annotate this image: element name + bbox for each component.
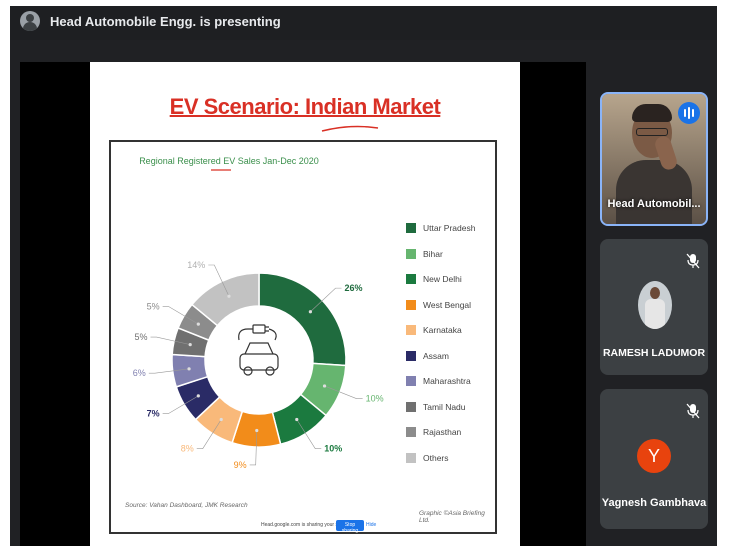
stop-sharing-label: Stop sharing bbox=[341, 522, 359, 534]
data-label: 7% bbox=[147, 408, 160, 418]
legend-label: Karnataka bbox=[423, 325, 462, 335]
avatar-initial: Y bbox=[637, 439, 671, 473]
legend-item: Tamil Nadu bbox=[406, 401, 496, 413]
data-label: 10% bbox=[366, 394, 384, 404]
leader-dot bbox=[187, 367, 191, 371]
participant-name: Yagnesh Gambhava bbox=[601, 497, 707, 509]
leader-dot bbox=[308, 310, 312, 314]
participant-name: RAMESH LADUMOR bbox=[602, 347, 706, 359]
data-label: 5% bbox=[135, 332, 148, 342]
chart-credit: Graphic ©Asia Briefing Ltd. bbox=[419, 510, 485, 524]
legend-swatch bbox=[406, 452, 416, 463]
legend-item: Assam bbox=[406, 350, 496, 362]
data-label: 10% bbox=[324, 444, 342, 454]
legend-label: Uttar Pradesh bbox=[423, 223, 476, 233]
screen-share-stage[interactable]: EV Scenario: Indian Market Regional Regi… bbox=[20, 62, 586, 546]
legend-swatch bbox=[406, 350, 416, 361]
legend-item: Maharashtra bbox=[406, 375, 496, 387]
share-bar: Head.google.com is sharing your screen. … bbox=[261, 520, 376, 534]
participant-tile-presenter[interactable]: Head Automobil... bbox=[600, 92, 708, 226]
legend-label: West Bengal bbox=[423, 299, 472, 310]
data-label: 5% bbox=[147, 302, 160, 312]
leader-dot bbox=[196, 322, 200, 326]
legend-swatch bbox=[406, 248, 416, 259]
legend-item: Others bbox=[406, 452, 496, 464]
leader-dot bbox=[188, 343, 192, 347]
legend-item: West Bengal bbox=[406, 299, 496, 311]
participant-name: Head Automobil... bbox=[607, 198, 701, 210]
legend-label: Others bbox=[423, 452, 449, 463]
slide-title: EV Scenario: Indian Market bbox=[169, 94, 441, 119]
leader-dot bbox=[219, 417, 223, 422]
legend-item: Bihar bbox=[406, 248, 496, 260]
legend-item: Uttar Pradesh bbox=[406, 222, 496, 234]
donut-chart: 26% 10% 10% 9% 8% 7% 6% 5% 5% 14% bbox=[133, 260, 384, 470]
legend-item: New Delhi bbox=[406, 273, 496, 285]
stop-sharing-button[interactable]: Stop sharing bbox=[336, 520, 364, 534]
participant-tile-ramesh[interactable]: RAMESH LADUMOR bbox=[600, 239, 708, 375]
data-label: 26% bbox=[345, 283, 363, 293]
ev-car-icon bbox=[238, 324, 279, 376]
legend-swatch bbox=[406, 401, 416, 412]
hide-share-bar-button[interactable]: Hide bbox=[366, 522, 376, 528]
slide: EV Scenario: Indian Market Regional Regi… bbox=[90, 62, 520, 546]
presenting-bar: Head Automobile Engg. is presenting bbox=[10, 6, 717, 40]
data-label: 6% bbox=[133, 368, 146, 378]
legend-label: Assam bbox=[423, 350, 449, 361]
data-label: 8% bbox=[181, 444, 194, 454]
right-edge bbox=[717, 6, 751, 546]
legend-swatch bbox=[406, 274, 416, 284]
meet-window: Head Automobile Engg. is presenting EV S… bbox=[10, 6, 717, 546]
legend-swatch bbox=[406, 223, 416, 233]
legend-item: Rajasthan bbox=[406, 426, 496, 438]
data-label: 14% bbox=[187, 260, 205, 270]
leader-dot bbox=[295, 417, 299, 422]
legend-swatch bbox=[406, 299, 416, 310]
mic-off-icon bbox=[686, 403, 700, 419]
speaking-indicator-icon bbox=[678, 102, 700, 124]
legend-swatch bbox=[406, 325, 416, 335]
legend-label: Bihar bbox=[423, 248, 443, 259]
data-label: 9% bbox=[234, 460, 247, 470]
leader-dot bbox=[255, 428, 259, 433]
leader-dot bbox=[227, 294, 231, 298]
chart-card: Regional Registered EV Sales Jan-Dec 202… bbox=[109, 140, 497, 534]
presenting-text: Head Automobile Engg. is presenting bbox=[50, 14, 281, 29]
chart-source: Source: Vahan Dashboard, JMK Research bbox=[125, 502, 248, 509]
mic-off-icon bbox=[686, 253, 700, 269]
participant-tile-yagnesh[interactable]: Y Yagnesh Gambhava bbox=[600, 389, 708, 529]
title-swoosh-icon bbox=[321, 125, 379, 132]
legend-label: New Delhi bbox=[423, 274, 462, 284]
leader-dot bbox=[196, 394, 200, 398]
avatar bbox=[638, 281, 672, 329]
presenter-avatar bbox=[20, 11, 40, 31]
legend-swatch bbox=[406, 427, 416, 437]
legend-label: Tamil Nadu bbox=[423, 401, 466, 412]
legend-swatch bbox=[406, 376, 416, 386]
leader-dot bbox=[322, 384, 327, 388]
legend-item: Karnataka bbox=[406, 324, 496, 336]
legend-label: Rajasthan bbox=[423, 427, 462, 437]
legend-label: Maharashtra bbox=[423, 376, 471, 386]
